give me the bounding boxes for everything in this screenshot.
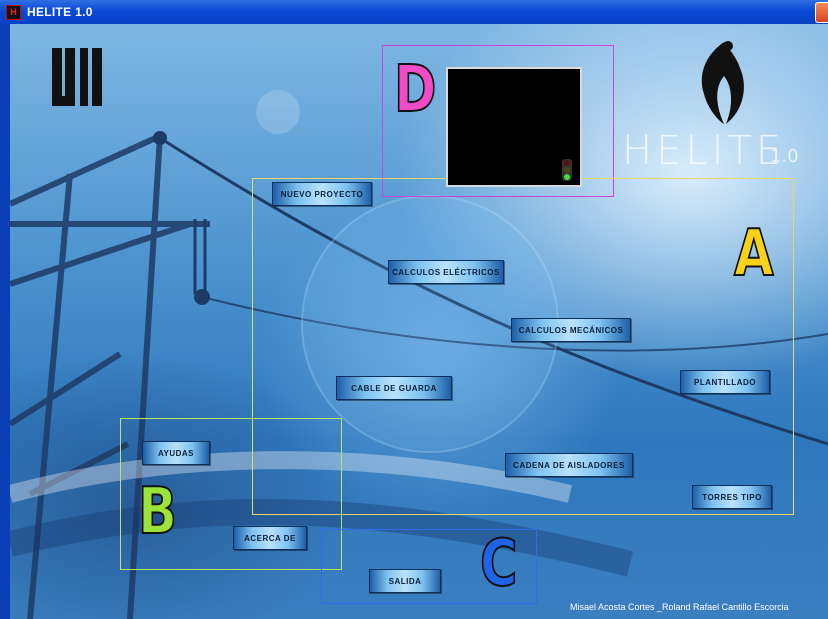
- main-canvas: HELITE 1.0 D A B C Nuevo Proyecto Calcul…: [10, 24, 828, 619]
- uis-logo-icon: [52, 48, 102, 106]
- cadena-de-aisladores-button[interactable]: Cadena de Aisladores: [505, 453, 633, 477]
- product-version: 1.0: [770, 146, 799, 167]
- zone-a-label: A: [733, 217, 774, 291]
- traffic-yellow: [564, 166, 570, 173]
- title-bar: H HELITE 1.0: [0, 0, 828, 24]
- preview-screen: [446, 67, 582, 187]
- zone-d-label: D: [393, 53, 437, 127]
- zone-c-label: C: [479, 527, 518, 601]
- close-icon[interactable]: [815, 2, 828, 23]
- window-frame: [0, 24, 10, 619]
- helite-emblem-icon: [701, 41, 744, 124]
- traffic-light-icon: [562, 159, 572, 181]
- ayudas-button[interactable]: Ayudas: [142, 441, 210, 465]
- product-name: HELITE: [622, 128, 786, 174]
- cable-de-guarda-button[interactable]: Cable de Guarda: [336, 376, 452, 400]
- window-title: HELITE 1.0: [27, 5, 93, 19]
- credits-text: Misael Acosta Cortes _Roland Rafael Cant…: [570, 602, 789, 612]
- calculos-mecanicos-button[interactable]: Calculos Mecánicos: [511, 318, 631, 342]
- nuevo-proyecto-button[interactable]: Nuevo Proyecto: [272, 182, 372, 206]
- traffic-green: [564, 174, 570, 181]
- traffic-red: [564, 159, 570, 166]
- app-icon: H: [6, 4, 21, 20]
- torres-tipo-button[interactable]: Torres Tipo: [692, 485, 772, 509]
- acerca-de-button[interactable]: Acerca de: [233, 526, 307, 550]
- salida-button[interactable]: Salida: [369, 569, 441, 593]
- plantillado-button[interactable]: Plantillado: [680, 370, 770, 394]
- calculos-electricos-button[interactable]: Calculos Eléctricos: [388, 260, 504, 284]
- zone-b-label: B: [137, 475, 178, 549]
